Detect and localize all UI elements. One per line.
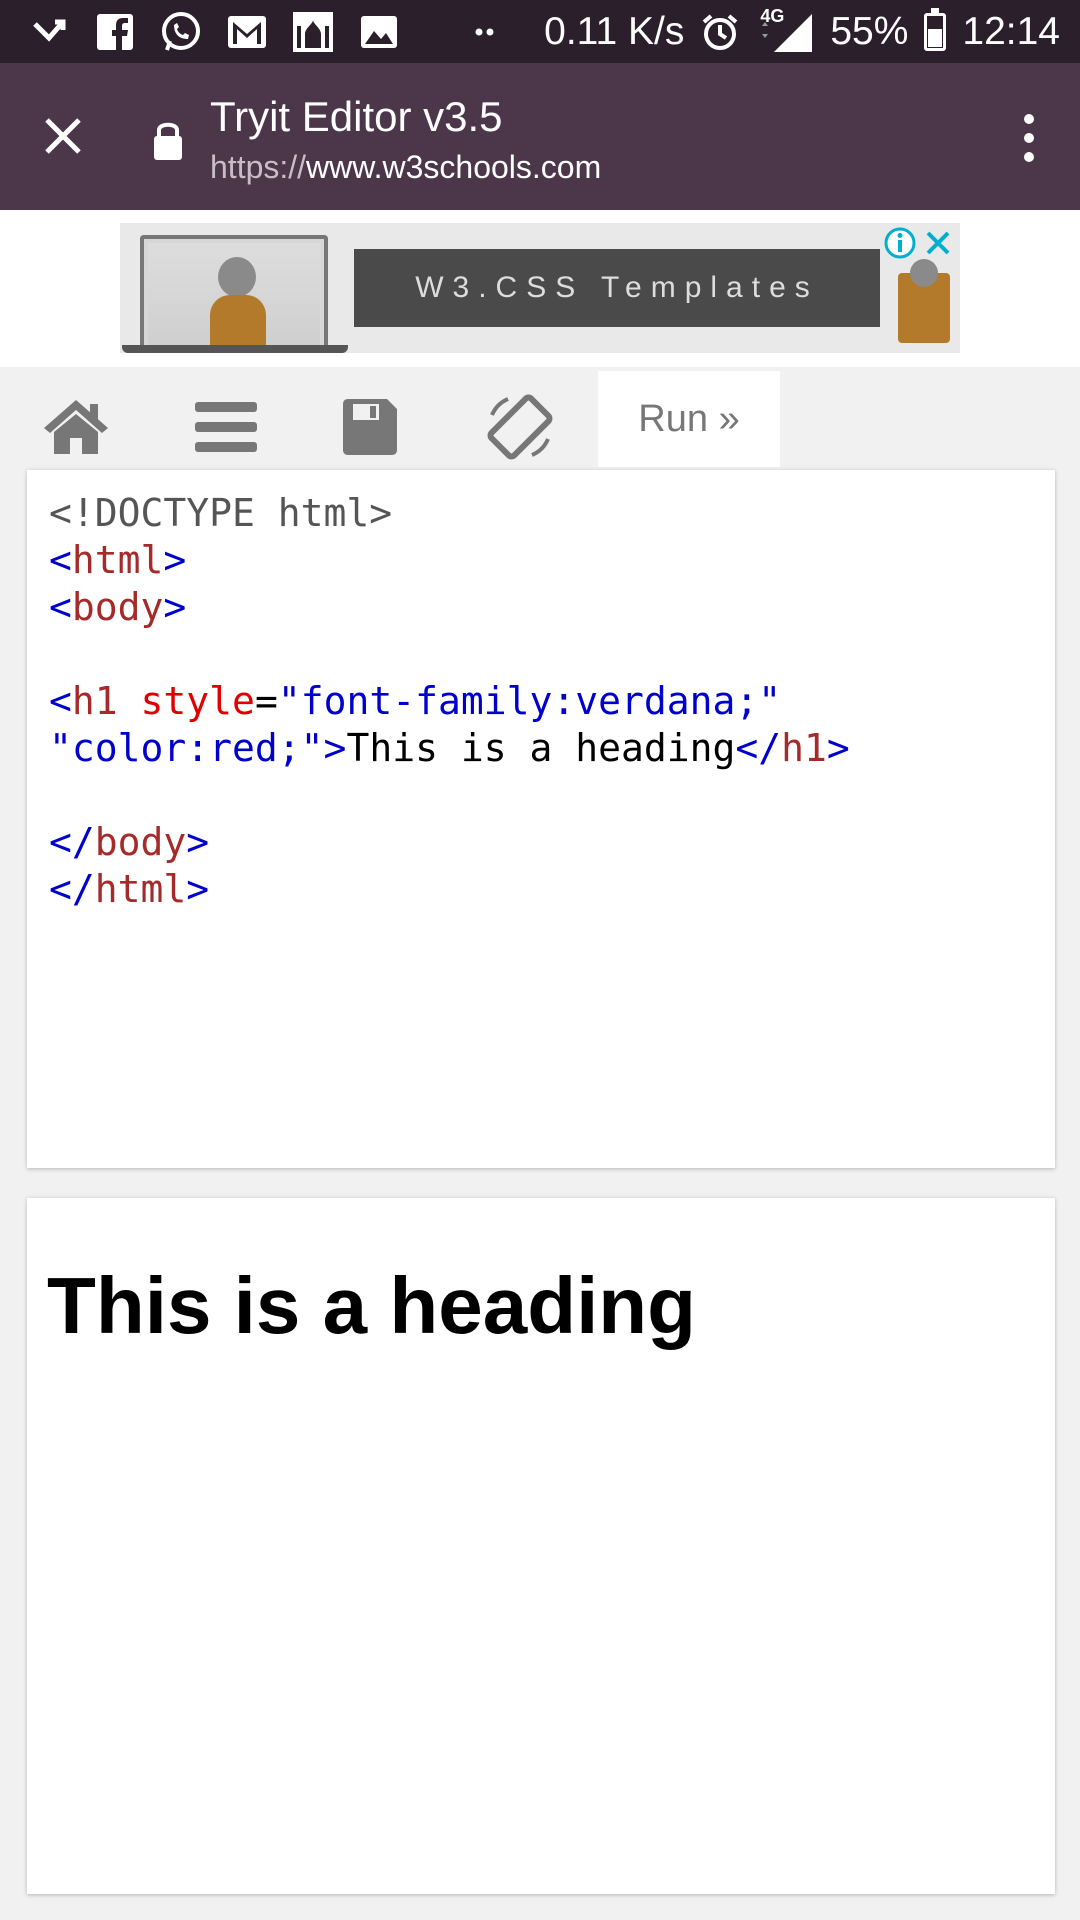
rotate-button[interactable]	[480, 387, 560, 467]
tag-bracket: <	[49, 585, 72, 629]
tag-bracket: >	[163, 585, 187, 629]
tag-bracket: </	[49, 820, 95, 864]
tag-bracket: <	[49, 538, 72, 582]
result-frame[interactable]: This is a heading	[27, 1198, 1055, 1894]
code-text[interactable]: <!DOCTYPE html><html><body>​<h1 style="f…	[49, 490, 850, 913]
menu-button[interactable]	[186, 387, 266, 467]
ad-area: W3.CSS Templates	[0, 210, 1080, 367]
ad-laptop-base	[122, 345, 348, 353]
code-line: <body>	[49, 584, 850, 631]
code-line: </html>	[49, 866, 850, 913]
more-dots-icon	[462, 9, 508, 55]
status-bar: 0.11 K/s 4G 55% 12:14	[0, 0, 1080, 63]
code-editor[interactable]: <!DOCTYPE html><html><body>​<h1 style="f…	[27, 470, 1055, 1168]
net-speed: 0.11 K/s	[544, 9, 685, 53]
tag-bracket: </	[49, 867, 95, 911]
page-title: Tryit Editor v3.5	[210, 93, 503, 140]
url-scheme: https://	[210, 149, 307, 185]
ad-info-icon[interactable]	[882, 225, 918, 261]
tag-bracket: <	[49, 679, 72, 723]
facebook-icon	[92, 9, 138, 55]
rotate-icon	[487, 394, 553, 460]
battery-text: 55%	[830, 9, 909, 53]
signal-icon: 4G	[756, 6, 814, 54]
tag-bracket: >	[323, 726, 347, 770]
attr-equals: =	[254, 679, 278, 723]
ad-close-icon[interactable]	[922, 227, 954, 259]
ad-thumbnail	[898, 259, 950, 343]
code-line: "color:red;">This is a heading</h1>	[49, 725, 850, 772]
code-line-blank: ​	[49, 772, 850, 819]
attr-value: "color:red;"	[49, 726, 324, 770]
menu-dot	[1024, 152, 1034, 162]
tag-name: body	[71, 585, 164, 629]
menu-dot	[1024, 114, 1034, 124]
ad-banner-text: W3.CSS Templates	[354, 249, 880, 327]
doctype-token: <!DOCTYPE html>	[49, 491, 393, 535]
battery-icon	[924, 7, 947, 51]
code-line-blank: ​	[49, 631, 850, 678]
ad-banner[interactable]: W3.CSS Templates	[120, 223, 960, 353]
tag-name: body	[94, 820, 187, 864]
tag-name: h1	[781, 726, 827, 770]
code-line: <html>	[49, 537, 850, 584]
custom-tab-bar: Tryit Editor v3.5 https://www.w3schools.…	[0, 63, 1080, 210]
url-host: www.w3schools.com	[306, 149, 602, 185]
save-button[interactable]	[330, 387, 410, 467]
code-line: <!DOCTYPE html>	[49, 490, 850, 537]
image-icon	[356, 9, 402, 55]
page-url: https://www.w3schools.com	[210, 149, 601, 186]
lock-icon	[150, 118, 186, 162]
alarm-icon	[700, 12, 740, 52]
tag-bracket: >	[826, 726, 850, 770]
notification-icons	[26, 8, 508, 56]
run-button[interactable]: Run »	[598, 371, 780, 467]
status-right: 0.11 K/s 4G 55% 12:14	[544, 0, 1060, 63]
code-text-content: This is a heading	[346, 726, 736, 770]
menu-dot	[1024, 133, 1034, 143]
tag-bracket: >	[163, 538, 187, 582]
overflow-menu-button[interactable]	[1004, 108, 1054, 168]
menu-icon	[195, 402, 257, 452]
attr-name: style	[140, 679, 255, 723]
home-icon	[44, 400, 108, 454]
result-heading: This is a heading	[47, 1261, 697, 1350]
tag-bracket: </	[735, 726, 782, 770]
mosque-icon	[290, 9, 336, 55]
tryit-toolbar: Run »	[0, 367, 1080, 467]
tag-name: h1	[71, 679, 118, 723]
home-button[interactable]	[36, 387, 116, 467]
missed-call-icon	[26, 9, 72, 55]
ad-laptop-image	[140, 235, 328, 347]
whatsapp-icon	[158, 9, 204, 55]
code-line: <h1 style="font-family:verdana;"	[49, 678, 850, 725]
code-line: </body>	[49, 819, 850, 866]
tag-bracket: >	[186, 820, 210, 864]
tag-bracket: >	[186, 867, 210, 911]
gmail-icon	[224, 9, 270, 55]
close-icon	[45, 118, 81, 154]
tag-name: html	[71, 538, 164, 582]
clock: 12:14	[962, 9, 1060, 53]
save-icon	[343, 399, 397, 455]
attr-value: "font-family:verdana;"	[277, 679, 782, 723]
tag-name: html	[94, 867, 187, 911]
close-button[interactable]	[30, 103, 96, 169]
